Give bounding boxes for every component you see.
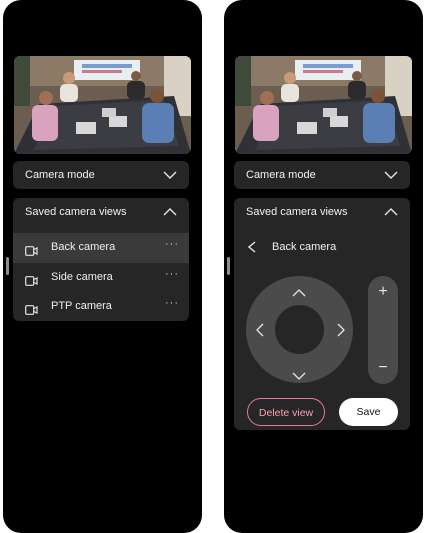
arrow-down-icon[interactable]	[292, 367, 306, 381]
zoom-out-button[interactable]: −	[368, 356, 398, 380]
chevron-up-icon	[163, 208, 179, 218]
saved-view-item-side-camera[interactable]: Side camera ···	[13, 263, 189, 293]
camera-mode-label: Camera mode	[246, 169, 316, 181]
camera-icon	[25, 302, 38, 315]
chevron-up-icon	[384, 208, 400, 218]
saved-view-label: Back camera	[51, 241, 116, 253]
camera-mode-dropdown[interactable]: Camera mode	[13, 161, 189, 189]
camera-mode-dropdown[interactable]: Camera mode	[234, 161, 410, 189]
more-options-icon[interactable]: ···	[165, 268, 179, 280]
arrow-up-icon[interactable]	[292, 284, 306, 298]
zoom-control: + −	[368, 276, 398, 384]
arrow-left-icon[interactable]	[256, 323, 270, 337]
more-options-icon[interactable]: ···	[165, 238, 179, 250]
more-options-icon[interactable]: ···	[165, 297, 179, 309]
arrow-right-icon[interactable]	[337, 323, 351, 337]
resize-handle[interactable]	[6, 257, 9, 275]
camera-icon	[25, 243, 38, 256]
resize-handle[interactable]	[227, 257, 230, 275]
pan-tilt-dpad[interactable]	[246, 276, 353, 383]
camera-mode-label: Camera mode	[25, 169, 95, 181]
chevron-left-icon[interactable]	[247, 240, 258, 254]
saved-view-item-back-camera[interactable]: Back camera ···	[13, 233, 189, 263]
dpad-center	[275, 305, 324, 354]
saved-camera-views-label: Saved camera views	[25, 206, 127, 218]
delete-view-button[interactable]: Delete view	[247, 398, 325, 426]
camera-controls-panel-left: Camera mode Saved camera views Back came…	[3, 0, 202, 533]
chevron-down-icon	[384, 171, 400, 181]
saved-view-item-ptp-camera[interactable]: PTP camera ···	[13, 292, 189, 322]
camera-preview	[235, 56, 412, 154]
saved-camera-views-header[interactable]: Saved camera views	[13, 198, 189, 226]
chevron-down-icon	[163, 171, 179, 181]
saved-camera-views-section: Saved camera views Back camera ··· Side …	[13, 198, 189, 321]
camera-icon	[25, 273, 38, 286]
saved-camera-views-section: Saved camera views Back camera + − Delet…	[234, 198, 410, 430]
saved-view-label: Side camera	[51, 271, 113, 283]
camera-controls-panel-right: Camera mode Saved camera views Back came…	[224, 0, 423, 533]
zoom-in-button[interactable]: +	[368, 280, 398, 304]
edit-view-title: Back camera	[272, 241, 337, 253]
camera-preview	[14, 56, 191, 154]
saved-camera-views-header[interactable]: Saved camera views	[234, 198, 410, 226]
saved-camera-views-label: Saved camera views	[246, 206, 348, 218]
saved-view-label: PTP camera	[51, 300, 112, 312]
save-button[interactable]: Save	[339, 398, 398, 426]
